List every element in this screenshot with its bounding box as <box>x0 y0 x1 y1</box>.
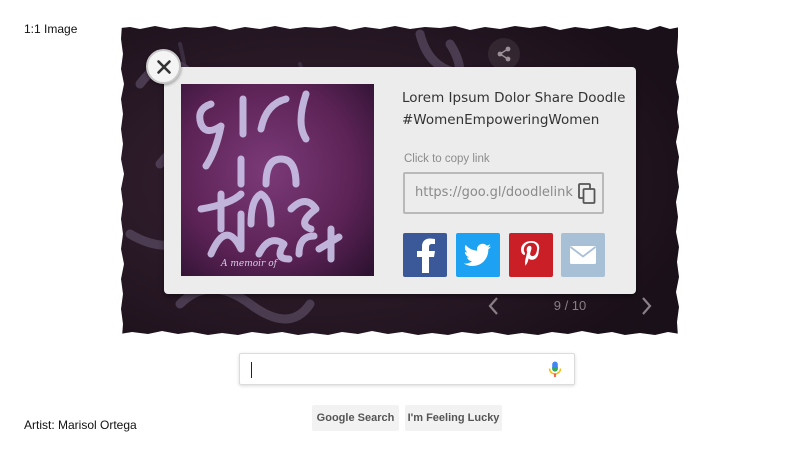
close-dialog-button[interactable] <box>146 49 181 84</box>
facebook-icon <box>417 238 435 273</box>
google-search-button[interactable]: Google Search <box>312 405 399 431</box>
doodle-thumbnail-art: A memoir of <box>181 84 374 276</box>
thumbnail-caption: A memoir of <box>220 259 279 269</box>
email-icon <box>569 246 597 264</box>
chevron-right-icon[interactable] <box>636 292 656 320</box>
image-ratio-label: 1:1 Image <box>24 22 78 36</box>
torn-edge-right <box>676 24 680 337</box>
share-dialog: A memoir of Lorem Ipsum Dolor Share Dood… <box>164 67 636 294</box>
torn-edge-left <box>120 24 124 337</box>
twitter-icon <box>464 243 491 266</box>
text-cursor <box>251 362 252 378</box>
close-icon <box>156 59 171 74</box>
doodle-thumbnail: A memoir of <box>181 84 374 276</box>
torn-edge-bottom <box>120 331 680 337</box>
torn-edge-top <box>120 24 680 30</box>
twitter-share-button[interactable] <box>456 233 500 277</box>
share-button[interactable] <box>488 38 520 70</box>
chevron-left-icon[interactable] <box>484 292 504 320</box>
dialog-title: Lorem Ipsum Dolor Share Doodle #WomenEmp… <box>402 87 626 131</box>
copy-link-label: Click to copy link <box>404 153 490 165</box>
microphone-icon[interactable] <box>548 361 562 379</box>
pinterest-icon <box>521 241 540 266</box>
email-share-button[interactable] <box>561 233 605 277</box>
search-box[interactable] <box>239 353 575 385</box>
copy-icon[interactable] <box>578 183 596 205</box>
dialog-title-line2: #WomenEmpoweringWomen <box>402 112 600 128</box>
feeling-lucky-button[interactable]: I'm Feeling Lucky <box>405 405 502 431</box>
dialog-title-line1: Lorem Ipsum Dolor Share Doodle <box>402 90 626 106</box>
pinterest-share-button[interactable] <box>509 233 553 277</box>
search-input[interactable] <box>248 359 538 381</box>
facebook-share-button[interactable] <box>403 233 447 277</box>
doodle-counter: 9 / 10 <box>553 298 587 313</box>
share-icon <box>497 46 511 62</box>
share-link-text[interactable]: https://goo.gl/doodlelink <box>415 185 573 200</box>
copy-link-field[interactable]: https://goo.gl/doodlelink <box>403 172 604 214</box>
artist-credit: Artist: Marisol Ortega <box>24 418 137 432</box>
